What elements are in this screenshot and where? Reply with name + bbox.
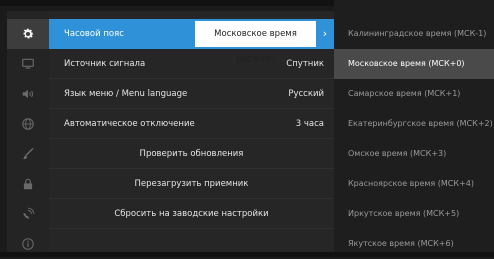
timezone-value[interactable]: Московское время (МСК+0) xyxy=(195,21,316,65)
satellite-icon xyxy=(23,207,35,219)
bottom-border xyxy=(0,252,494,257)
globe-icon xyxy=(22,118,34,130)
sidebar-item-system[interactable] xyxy=(7,19,49,49)
sidebar-item-antenna[interactable] xyxy=(7,199,49,229)
timezone-row[interactable]: Часовой пояс Московское время (МСК+0) › xyxy=(49,19,334,65)
timezone-option[interactable]: Калининградское время (МСК-1) xyxy=(334,19,494,49)
brush-icon xyxy=(22,148,34,160)
sidebar-item-network[interactable] xyxy=(7,109,49,139)
check-updates-button[interactable]: Проверить обновления xyxy=(49,139,334,169)
auto-shutdown-row[interactable]: Автоматическое отключение 3 часа xyxy=(49,109,334,139)
speaker-icon xyxy=(22,89,34,99)
lock-icon xyxy=(23,178,33,190)
signal-source-row[interactable]: Источник сигнала Спутник xyxy=(49,49,334,79)
menu-language-row[interactable]: Язык меню / Menu language Русский xyxy=(49,79,334,109)
timezone-option-selected[interactable]: Московское время (МСК+0) xyxy=(334,49,494,79)
sidebar-item-parental[interactable] xyxy=(7,169,49,199)
settings-screen: Часовой пояс Московское время (МСК+0) › … xyxy=(0,0,494,257)
timezone-dropdown: Калининградское время (МСК-1) Московское… xyxy=(334,0,494,257)
factory-reset-button[interactable]: Сбросить на заводские настройки xyxy=(49,199,334,229)
settings-panel: Часовой пояс Московское время (МСК+0) › … xyxy=(49,11,334,257)
timezone-option[interactable]: Омское время (МСК+3) xyxy=(334,139,494,169)
menu-language-value: Русский xyxy=(288,89,324,99)
signal-source-label: Источник сигнала xyxy=(64,59,146,69)
timezone-option[interactable]: Екатеринбургское время (МСК+2) xyxy=(334,109,494,139)
sidebar-item-display[interactable] xyxy=(7,49,49,79)
timezone-option[interactable]: Иркутское время (МСК+5) xyxy=(334,199,494,229)
signal-source-value: Спутник xyxy=(286,59,324,69)
info-icon xyxy=(22,238,34,250)
chevron-right-icon[interactable]: › xyxy=(316,19,334,49)
settings-sidebar xyxy=(7,11,49,257)
reboot-receiver-label: Перезагрузить приемник xyxy=(134,179,249,189)
check-updates-label: Проверить обновления xyxy=(139,149,244,159)
gear-icon xyxy=(23,28,34,39)
auto-shutdown-label: Автоматическое отключение xyxy=(64,119,195,129)
auto-shutdown-value: 3 часа xyxy=(295,119,324,129)
factory-reset-label: Сбросить на заводские настройки xyxy=(114,209,269,219)
timezone-option[interactable]: Самарское время (МСК+1) xyxy=(334,79,494,109)
reboot-receiver-button[interactable]: Перезагрузить приемник xyxy=(49,169,334,199)
timezone-option[interactable]: Красноярское время (МСК+4) xyxy=(334,169,494,199)
timezone-label: Часовой пояс xyxy=(64,29,124,39)
monitor-icon xyxy=(22,58,34,69)
sidebar-item-sound[interactable] xyxy=(7,79,49,109)
menu-language-label: Язык меню / Menu language xyxy=(64,89,188,99)
sidebar-item-appearance[interactable] xyxy=(7,139,49,169)
